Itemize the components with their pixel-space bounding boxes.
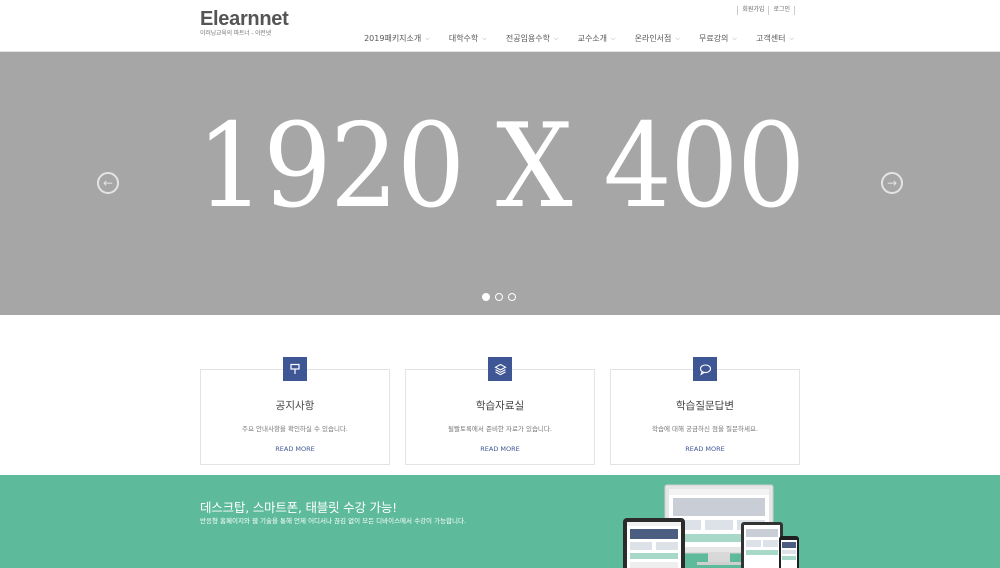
- card-description: 학습에 대해 궁금하신 점을 질문하세요.: [651, 425, 758, 433]
- layers-icon: [488, 357, 512, 381]
- speech-bubble-icon: [693, 357, 717, 381]
- nav-label: 무료강의: [698, 34, 729, 43]
- signpost-icon: [283, 357, 307, 381]
- nav-label: 고객센터: [755, 34, 786, 43]
- promo-description: 반응형 홈페이지와 웹 기술을 통해 언제 어디서나 끊김 없이 모든 디바이스…: [200, 517, 467, 525]
- signup-link[interactable]: 회원가입: [738, 5, 768, 15]
- chevron-down-icon: ⌵: [675, 34, 680, 42]
- slider-dot[interactable]: [482, 293, 490, 301]
- chevron-down-icon: ⌵: [789, 34, 794, 42]
- top-links: 회원가입 로그인: [737, 5, 795, 15]
- hero-placeholder-text: 1920 X 400: [196, 99, 805, 234]
- card-qna: 학습질문답변 학습에 대해 궁금하신 점을 질문하세요. READ MORE: [610, 357, 800, 465]
- devices-illustration: [623, 484, 799, 568]
- site-logo[interactable]: Elearnnet 이러닝교육의 파트너 - 이런넷: [200, 8, 289, 38]
- nav-label: 온라인서점: [634, 34, 672, 43]
- arrow-right-icon[interactable]: →: [881, 172, 903, 194]
- nav-label: 전공임용수학: [505, 34, 551, 43]
- card-title: 학습자료실: [475, 400, 525, 412]
- slider-dot[interactable]: [495, 293, 503, 301]
- chevron-down-icon: ⌵: [732, 34, 737, 42]
- card-notice: 공지사항 주요 안내사항을 확인하실 수 있습니다. READ MORE: [200, 357, 390, 465]
- read-more-link[interactable]: READ MORE: [201, 445, 389, 453]
- nav-item-free-lectures[interactable]: 무료강의 ⌵: [699, 33, 737, 44]
- chevron-down-icon: ⌵: [482, 34, 487, 42]
- logo-text: Elearnnet: [200, 8, 289, 30]
- arrow-left-icon[interactable]: ←: [97, 172, 119, 194]
- read-more-link[interactable]: READ MORE: [611, 445, 799, 453]
- nav-item-bookstore[interactable]: 온라인서점 ⌵: [635, 33, 680, 44]
- card-title: 공지사항: [275, 400, 315, 412]
- feature-cards: 공지사항 주요 안내사항을 확인하실 수 있습니다. READ MORE 학습자…: [200, 357, 800, 465]
- card-description: 될빨토록에서 준비한 자료가 있습니다.: [448, 425, 552, 433]
- slider-dot[interactable]: [508, 293, 516, 301]
- main-nav: 2019패키지소개 ⌵ 대학수학 ⌵ 전공임용수학 ⌵ 교수소개 ⌵ 온라인서점 ⌵ 무료…: [345, 33, 794, 44]
- nav-item-professors[interactable]: 교수소개 ⌵: [578, 33, 616, 44]
- card-description: 주요 안내사항을 확인하실 수 있습니다.: [241, 425, 348, 433]
- hero-slider: 1920 X 400 ← →: [0, 52, 1000, 315]
- nav-label: 2019패키지소개: [364, 34, 422, 43]
- nav-item-teacher-exam-math[interactable]: 전공임용수학 ⌵: [506, 33, 559, 44]
- site-header: Elearnnet 이러닝교육의 파트너 - 이런넷 회원가입 로그인 2019…: [0, 0, 1000, 52]
- chevron-down-icon: ⌵: [425, 34, 430, 42]
- read-more-link[interactable]: READ MORE: [406, 445, 594, 453]
- nav-item-university-math[interactable]: 대학수학 ⌵: [449, 33, 487, 44]
- logo-tagline: 이러닝교육의 파트너 - 이런넷: [200, 30, 271, 37]
- card-title: 학습질문답변: [676, 400, 734, 412]
- card-study-materials: 학습자료실 될빨토록에서 준비한 자료가 있습니다. READ MORE: [405, 357, 595, 465]
- promo-title: 데스크탑, 스마트폰, 태블릿 수강 가능!: [200, 500, 397, 515]
- slider-pagination: [482, 293, 521, 301]
- login-link[interactable]: 로그인: [769, 5, 794, 15]
- chevron-down-icon: ⌵: [611, 34, 616, 42]
- nav-item-package[interactable]: 2019패키지소개 ⌵: [364, 33, 430, 44]
- nav-item-customer-center[interactable]: 고객센터 ⌵: [756, 33, 794, 44]
- chevron-down-icon: ⌵: [554, 34, 559, 42]
- promo-banner: 데스크탑, 스마트폰, 태블릿 수강 가능! 반응형 홈페이지와 웹 기술을 통…: [0, 475, 1000, 568]
- nav-label: 교수소개: [577, 34, 608, 43]
- divider: [794, 5, 795, 15]
- nav-label: 대학수학: [448, 34, 479, 43]
